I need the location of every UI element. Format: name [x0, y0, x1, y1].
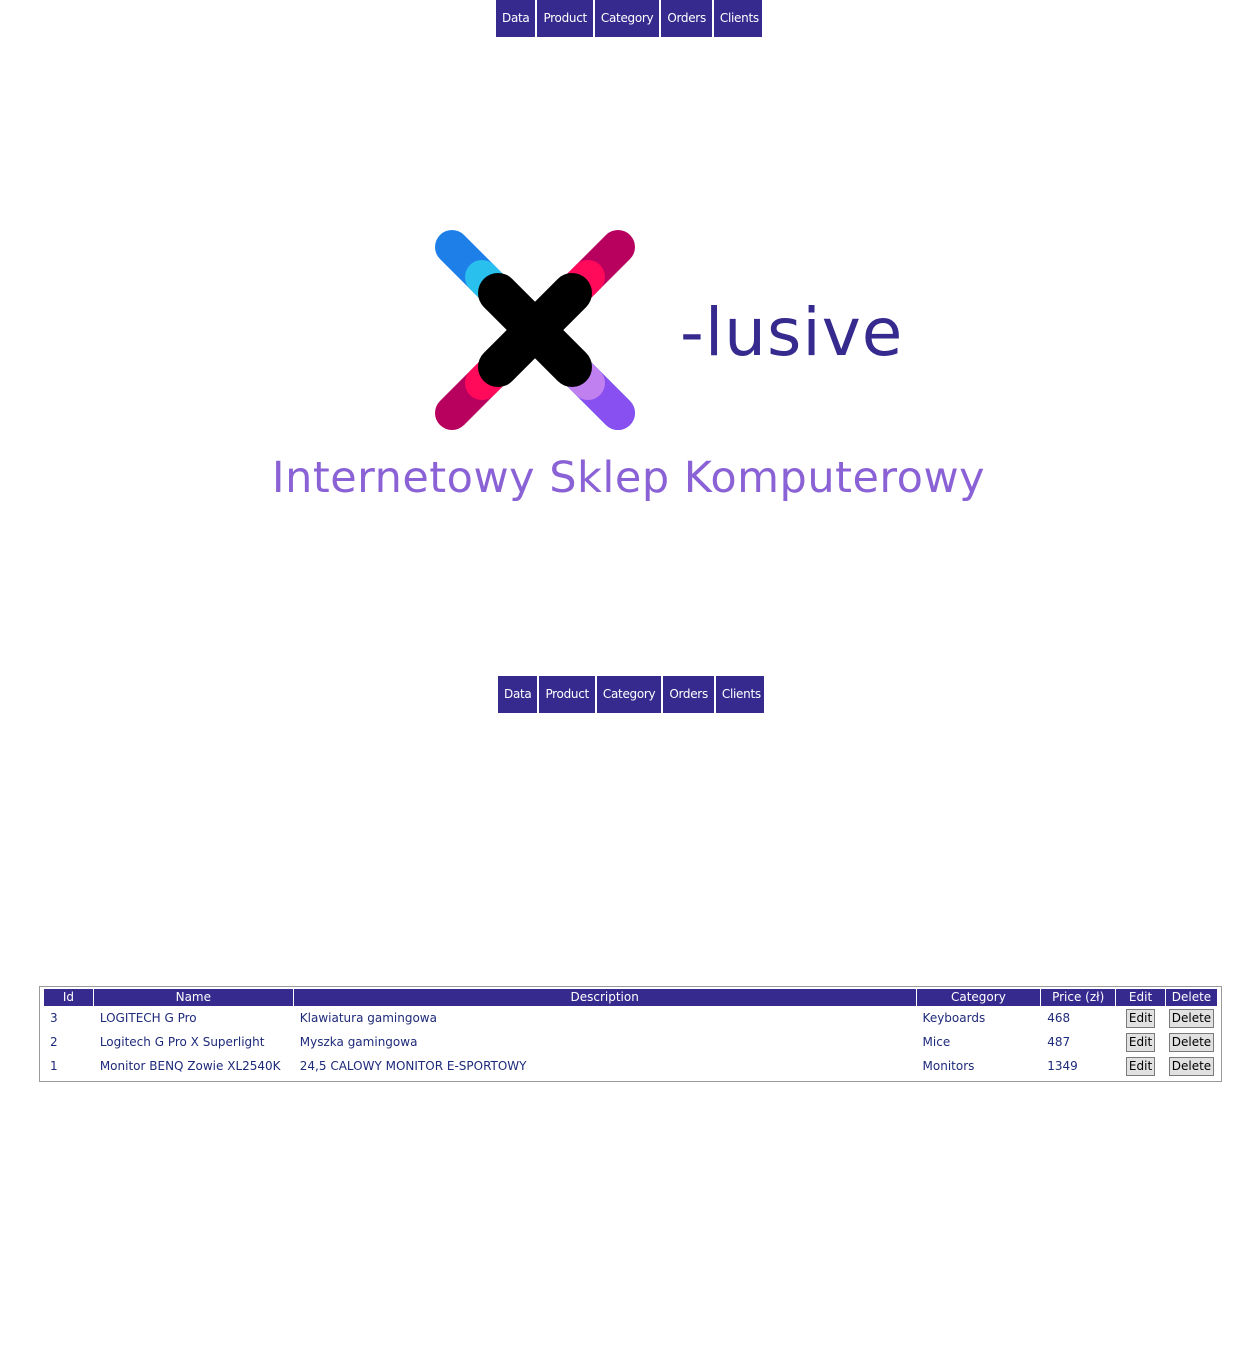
- nav-product[interactable]: Product: [537, 0, 595, 37]
- header-id: Id: [44, 989, 93, 1006]
- delete-button[interactable]: Delete: [1168, 1008, 1215, 1028]
- cell-edit: Edit: [1116, 1054, 1165, 1078]
- nav-orders[interactable]: Orders: [661, 0, 714, 37]
- top-nav: Data Product Category Orders Clients: [496, 0, 762, 37]
- header-description: Description: [293, 989, 916, 1006]
- cell-price: 1349: [1047, 1059, 1078, 1073]
- cell-delete: Delete: [1166, 1006, 1217, 1030]
- cell-name: LOGITECH G Pro: [99, 1011, 197, 1025]
- cell-id: 1: [50, 1059, 58, 1073]
- nav-data[interactable]: Data: [496, 0, 538, 37]
- nav-product[interactable]: Product: [539, 676, 597, 713]
- table-header-row: Id Name Description Category Price (zł) …: [44, 989, 1217, 1006]
- cell-price: 468: [1047, 1011, 1071, 1025]
- edit-button[interactable]: Edit: [1125, 1056, 1156, 1076]
- nav-orders[interactable]: Orders: [663, 676, 716, 713]
- table-row: 1 Monitor BENQ Zowie XL2540K 24,5 CALOWY…: [44, 1054, 1217, 1078]
- nav-clients[interactable]: Clients: [714, 0, 765, 37]
- edit-button[interactable]: Edit: [1125, 1032, 1156, 1052]
- cell-delete: Delete: [1166, 1054, 1217, 1078]
- header-edit: Edit: [1116, 989, 1165, 1006]
- cell-id: 3: [50, 1011, 58, 1025]
- page: Data Product Category Orders Clients -lu…: [0, 0, 1257, 1351]
- cell-id: 2: [50, 1035, 58, 1049]
- nav-category[interactable]: Category: [597, 676, 664, 713]
- brand-word: -lusive: [680, 294, 904, 371]
- delete-button[interactable]: Delete: [1168, 1032, 1215, 1052]
- cell-description: 24,5 CALOWY MONITOR E-SPORTOWY: [299, 1059, 527, 1073]
- header-name: Name: [93, 989, 293, 1006]
- header-category: Category: [916, 989, 1041, 1006]
- nav-data[interactable]: Data: [498, 676, 540, 713]
- header-delete: Delete: [1165, 989, 1217, 1006]
- main-nav: Data Product Category Orders Clients: [498, 676, 764, 713]
- cell-description: Klawiatura gamingowa: [299, 1011, 437, 1025]
- table-row: 2 Logitech G Pro X Superlight Myszka gam…: [44, 1030, 1217, 1054]
- cell-description: Myszka gamingowa: [299, 1035, 418, 1049]
- cell-edit: Edit: [1116, 1006, 1165, 1030]
- edit-button[interactable]: Edit: [1125, 1008, 1156, 1028]
- cell-category: Monitors: [922, 1059, 975, 1073]
- cell-name: Monitor BENQ Zowie XL2540K: [99, 1059, 281, 1073]
- nav-clients[interactable]: Clients: [716, 676, 767, 713]
- header-price: Price (zł): [1041, 989, 1116, 1006]
- cell-category: Mice: [922, 1035, 951, 1049]
- brand-tagline: Internetowy Sklep Komputerowy: [271, 453, 986, 503]
- cell-delete: Delete: [1166, 1030, 1217, 1054]
- nav-category[interactable]: Category: [595, 0, 662, 37]
- cell-price: 487: [1047, 1035, 1071, 1049]
- products-table-container: Id Name Description Category Price (zł) …: [39, 986, 1222, 1082]
- cell-edit: Edit: [1116, 1030, 1165, 1054]
- table-row: 3 LOGITECH G Pro Klawiatura gamingowa Ke…: [44, 1006, 1217, 1030]
- cell-category: Keyboards: [922, 1011, 986, 1025]
- x-logo-icon: [435, 230, 635, 430]
- delete-button[interactable]: Delete: [1168, 1056, 1215, 1076]
- cell-name: Logitech G Pro X Superlight: [99, 1035, 265, 1049]
- products-table: Id Name Description Category Price (zł) …: [43, 989, 1218, 1078]
